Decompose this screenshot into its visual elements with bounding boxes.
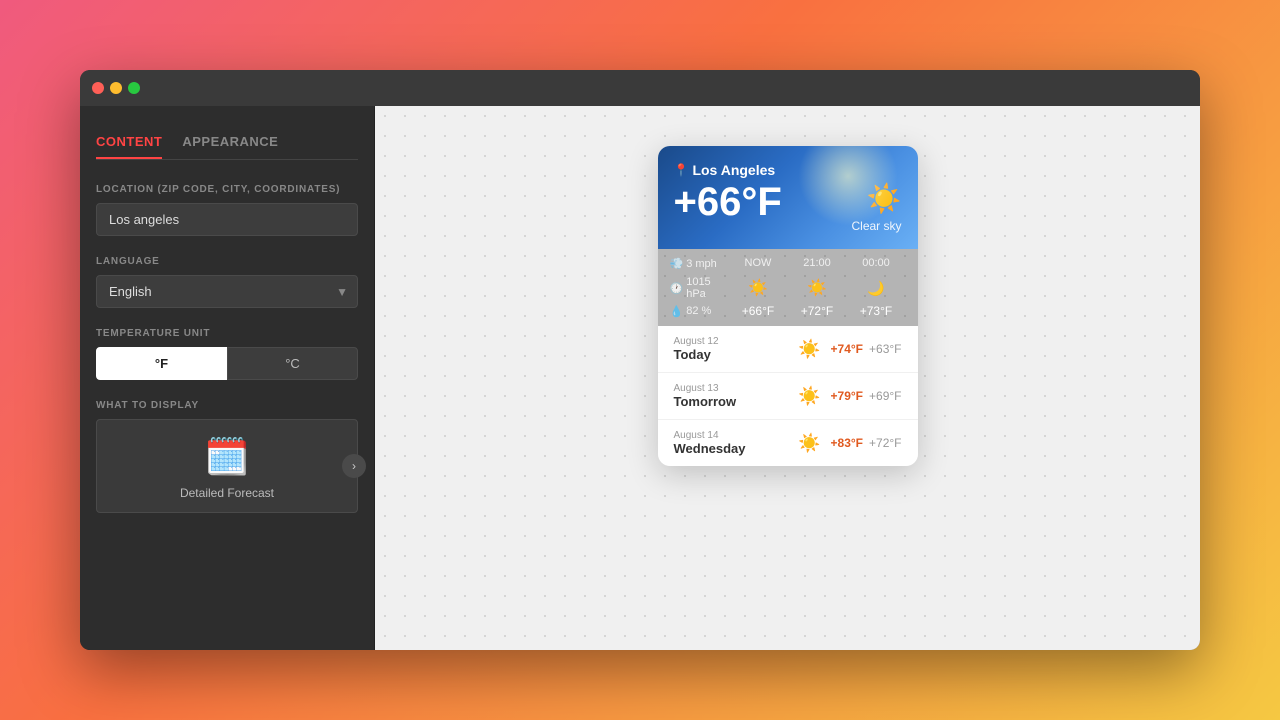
widget-forecast: August 12 Today ☀️ +74°F +63°F August 13… [658, 326, 918, 466]
forecast-temps-tomorrow: +79°F +69°F [831, 389, 902, 403]
tabs: CONTENT APPEARANCE [96, 126, 358, 160]
forecast-card-icon: 🗓️ [205, 436, 250, 478]
tab-content[interactable]: CONTENT [96, 126, 162, 159]
hour-00-label: 00:00 [847, 257, 906, 270]
widget-temp-row: +66°F ☀️ Clear sky [674, 182, 902, 233]
sun-icon: ☀️ [867, 182, 902, 215]
forecast-card-label: Detailed Forecast [180, 486, 274, 500]
forecast-icon-tomorrow: ☀️ [798, 386, 820, 407]
language-section: LANGUAGE English Spanish French ▼ [96, 256, 358, 308]
forecast-day-tomorrow: Tomorrow [674, 394, 789, 409]
hour-now-icon: ☀️ [729, 278, 788, 298]
hour-00-icon: 🌙 [847, 280, 906, 297]
forecast-low-today: +63°F [869, 342, 901, 356]
minimize-button[interactable] [110, 82, 122, 94]
forecast-day-wednesday: Wednesday [674, 441, 789, 456]
language-select-wrapper: English Spanish French ▼ [96, 275, 358, 308]
forecast-day-today: Today [674, 347, 789, 362]
temp-21: +72°F [788, 304, 847, 318]
location-pin-icon: 📍 [674, 163, 689, 177]
temperature-toggle: °F °C [96, 347, 358, 380]
humidity-stat: 💧 82 % [670, 304, 729, 318]
forecast-date-sub-today: August 12 [674, 336, 789, 347]
forecast-row-tomorrow: August 13 Tomorrow ☀️ +79°F +69°F [658, 373, 918, 420]
hour-now-label: NOW [729, 257, 788, 270]
location-label: LOCATION (ZIP CODE, CITY, COORDINATES) [96, 184, 358, 195]
forecast-date-today: August 12 Today [674, 336, 789, 362]
temperature-label: TEMPERATURE UNIT [96, 328, 358, 339]
forecast-row-wednesday: August 14 Wednesday ☀️ +83°F +72°F [658, 420, 918, 466]
widget-city-name: Los Angeles [692, 162, 775, 178]
hour-21-label: 21:00 [788, 257, 847, 270]
pressure-icon: 🕐 [670, 282, 684, 295]
weather-widget: 📍 Los Angeles +66°F ☀️ Clear sky [658, 146, 918, 466]
widget-temperature: +66°F [674, 182, 782, 222]
wind-icon: 💨 [670, 257, 684, 270]
celsius-button[interactable]: °C [227, 347, 358, 380]
close-button[interactable] [92, 82, 104, 94]
sidebar: CONTENT APPEARANCE LOCATION (ZIP CODE, C… [80, 106, 375, 650]
maximize-button[interactable] [128, 82, 140, 94]
forecast-low-tomorrow: +69°F [869, 389, 901, 403]
forecast-high-tomorrow: +79°F [831, 389, 863, 403]
hour-21-icon: ☀️ [788, 278, 847, 298]
display-section: WHAT TO DISPLAY 🗓️ Detailed Forecast › [96, 400, 358, 513]
forecast-temps-wednesday: +83°F +72°F [831, 436, 902, 450]
forecast-icon-wednesday: ☀️ [798, 433, 820, 454]
forecast-temps-today: +74°F +63°F [831, 342, 902, 356]
what-to-display-label: WHAT TO DISPLAY [96, 400, 358, 411]
tab-appearance[interactable]: APPEARANCE [182, 126, 278, 159]
forecast-icon-today: ☀️ [798, 339, 820, 360]
forecast-date-sub-wednesday: August 14 [674, 430, 789, 441]
widget-condition: Clear sky [851, 219, 901, 233]
fahrenheit-button[interactable]: °F [96, 347, 227, 380]
detailed-forecast-card[interactable]: 🗓️ Detailed Forecast [96, 419, 358, 513]
forecast-high-today: +74°F [831, 342, 863, 356]
display-grid: 🗓️ Detailed Forecast › [96, 419, 358, 513]
sun-now-icon: ☀️ [748, 278, 768, 298]
main-preview-area: 📍 Los Angeles +66°F ☀️ Clear sky [375, 106, 1200, 650]
hourly-temps-row: 💧 82 % +66°F +72°F +73°F [670, 304, 906, 318]
title-bar [80, 70, 1200, 106]
app-window: CONTENT APPEARANCE LOCATION (ZIP CODE, C… [80, 70, 1200, 650]
temp-now: +66°F [729, 304, 788, 318]
widget-header: 📍 Los Angeles +66°F ☀️ Clear sky [658, 146, 918, 249]
temperature-section: TEMPERATURE UNIT °F °C [96, 328, 358, 380]
hourly-header: 💨 3 mph NOW 21:00 00:00 [670, 257, 906, 270]
widget-hourly: 💨 3 mph NOW 21:00 00:00 🕐 1015 hPa [658, 249, 918, 326]
traffic-lights [92, 82, 140, 94]
location-input[interactable] [96, 203, 358, 236]
forecast-date-sub-tomorrow: August 13 [674, 383, 789, 394]
sun-21-icon: ☀️ [807, 278, 827, 298]
forecast-date-wednesday: August 14 Wednesday [674, 430, 789, 456]
temp-00: +73°F [847, 304, 906, 318]
widget-location: 📍 Los Angeles [674, 162, 902, 178]
location-section: LOCATION (ZIP CODE, CITY, COORDINATES) [96, 184, 358, 236]
language-label: LANGUAGE [96, 256, 358, 267]
humidity-icon: 💧 [670, 305, 684, 318]
app-body: CONTENT APPEARANCE LOCATION (ZIP CODE, C… [80, 106, 1200, 650]
forecast-date-tomorrow: August 13 Tomorrow [674, 383, 789, 409]
language-select[interactable]: English Spanish French [96, 275, 358, 308]
hourly-icons-row: 🕐 1015 hPa ☀️ ☀️ 🌙 [670, 276, 906, 300]
forecast-low-wednesday: +72°F [869, 436, 901, 450]
scroll-right-arrow[interactable]: › [342, 454, 366, 478]
widget-sun-area: ☀️ Clear sky [851, 182, 901, 233]
forecast-high-wednesday: +83°F [831, 436, 863, 450]
pressure-stat: 🕐 1015 hPa [670, 276, 729, 300]
moon-00-icon: 🌙 [867, 280, 884, 297]
forecast-row-today: August 12 Today ☀️ +74°F +63°F [658, 326, 918, 373]
wind-stat: 💨 3 mph [670, 257, 729, 270]
